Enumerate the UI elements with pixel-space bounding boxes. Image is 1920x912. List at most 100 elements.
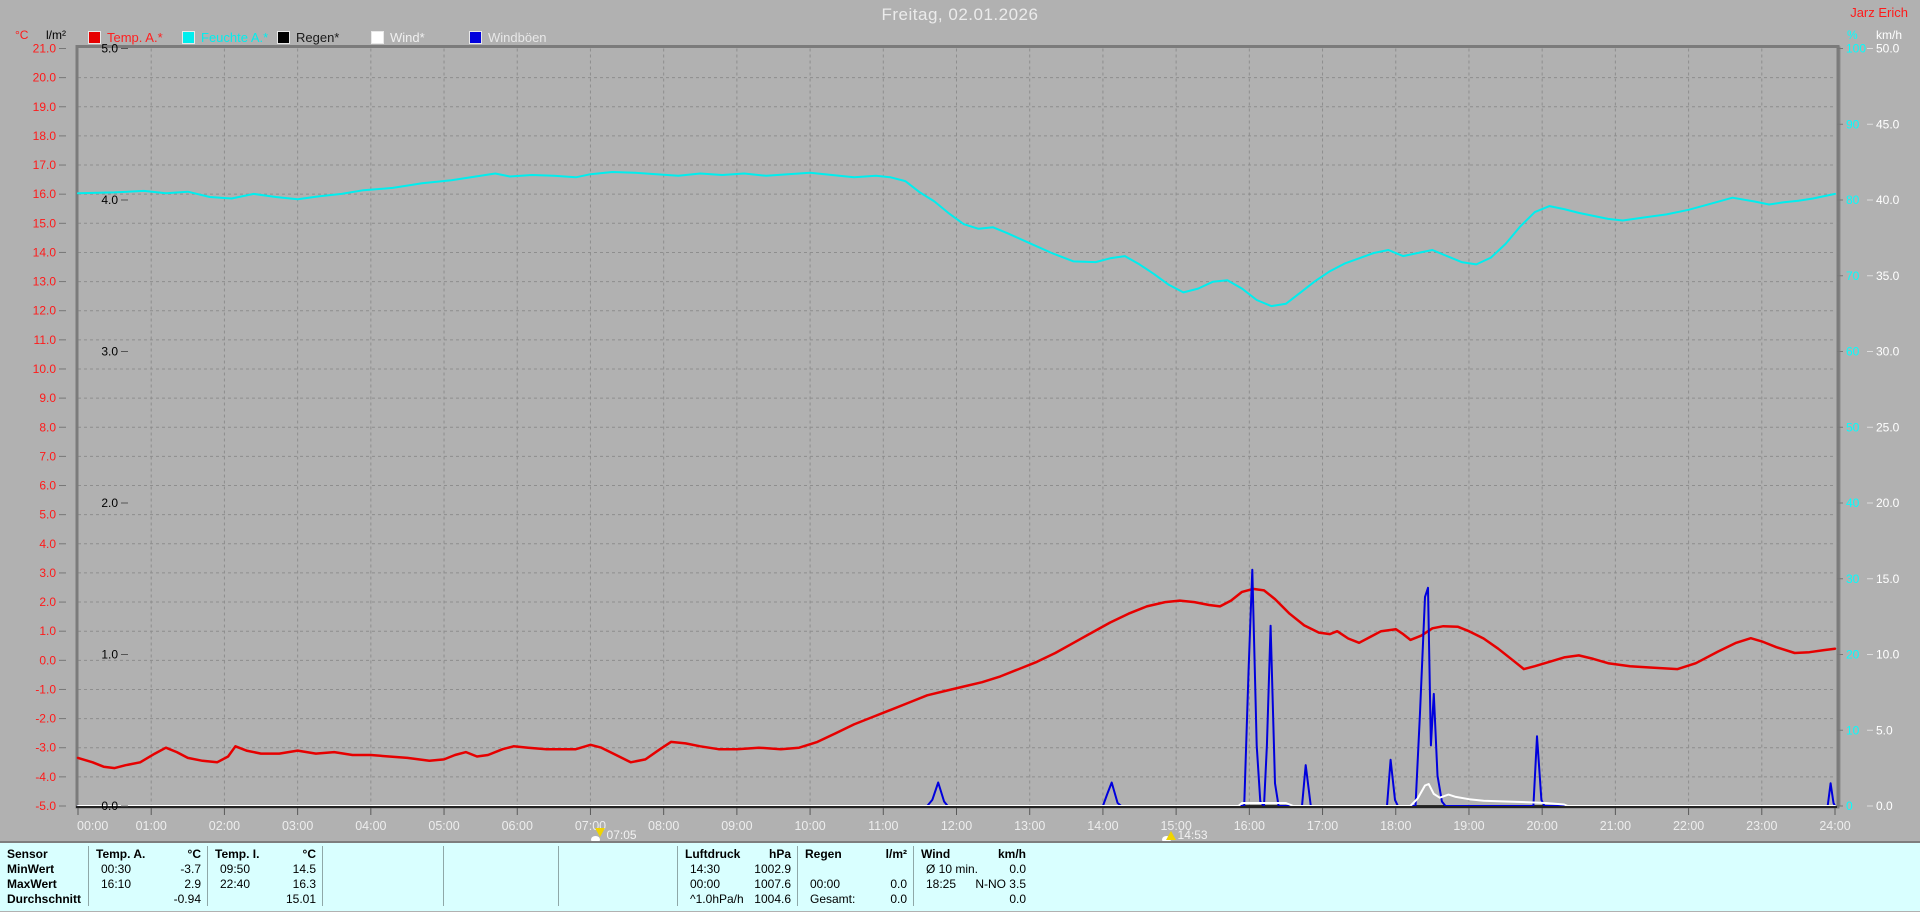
hour-label: 19:00 [1453, 819, 1484, 833]
legend-item-temp-a-[interactable]: Temp. A.* [88, 30, 163, 45]
hour-label: 24:00 [1819, 819, 1850, 833]
statistics-table: Sensor MinWert MaxWert Durchschnitt Temp. A.… [0, 841, 1920, 911]
rain-tick-label: 0.0 [101, 799, 118, 813]
table-column-divider [677, 846, 678, 906]
axis-marker-time: 14:53 [1177, 828, 1208, 842]
temp-tick-label: 12.0 [33, 304, 57, 318]
temp-tick-label: 15.0 [33, 216, 57, 230]
windspeed-tick-label: 25.0 [1876, 420, 1900, 434]
rain-tick-label: 1.0 [101, 648, 118, 662]
hour-label: 21:00 [1600, 819, 1631, 833]
table-cell-regen: Gesamt: [810, 892, 856, 906]
table-column-divider [443, 846, 444, 906]
table-cell-luftdruck: 1002.9 [754, 862, 791, 876]
table-cell-luftdruck: Luftdruck [685, 847, 741, 861]
table-column-divider [322, 846, 323, 906]
humidity-tick-label: 80 [1846, 193, 1860, 207]
windspeed-tick-label: 50.0 [1876, 42, 1900, 56]
table-cell-temp-a: -0.94 [173, 892, 201, 906]
weather-day-chart[interactable]: 21.020.019.018.017.016.015.014.013.012.0… [0, 0, 1920, 912]
temp-tick-label: 19.0 [33, 100, 57, 114]
temp-tick-label: 10.0 [33, 362, 57, 376]
table-column-divider [797, 846, 798, 906]
humidity-tick-label: 60 [1846, 345, 1860, 359]
legend-label: Regen* [296, 30, 340, 45]
hour-label: 02:00 [209, 819, 240, 833]
legend-item-regen-[interactable]: Regen* [277, 30, 339, 45]
hour-label: 06:00 [502, 819, 533, 833]
humidity-tick-label: 90 [1846, 117, 1860, 131]
legend-item-feuchte-a-[interactable]: Feuchte A.* [182, 30, 268, 45]
legend-item-windb-en[interactable]: Windböen [469, 30, 547, 45]
table-row-label: MaxWert [7, 877, 57, 891]
table-cell-wind: km/h [997, 847, 1026, 861]
windspeed-tick-label: 10.0 [1876, 648, 1900, 662]
table-cell-luftdruck: hPa [768, 847, 791, 861]
temp-tick-label: 13.0 [33, 275, 57, 289]
humidity-tick-label: 10 [1846, 723, 1860, 737]
hour-label: 22:00 [1673, 819, 1704, 833]
hour-label: 13:00 [1014, 819, 1045, 833]
temp-tick-label: 2.0 [39, 595, 56, 609]
table-cell-temp-i: 09:50 [220, 862, 251, 876]
table-row-label: Durchschnitt [7, 892, 82, 906]
humidity-tick-label: 40 [1846, 496, 1860, 510]
table-cell-regen: 0.0 [890, 877, 907, 891]
windspeed-tick-label: 35.0 [1876, 269, 1900, 283]
rain-tick-label: 4.0 [101, 193, 118, 207]
hour-label: 05:00 [428, 819, 459, 833]
weather-app-window: { "header": { "title": "Freitag, 02.01.2… [0, 0, 1920, 912]
hour-label: 14:00 [1087, 819, 1118, 833]
humidity-tick-label: 0 [1846, 799, 1853, 813]
table-cell-luftdruck: ^1.0hPa/h [690, 892, 744, 906]
legend-label: Wind* [390, 30, 425, 45]
temp-tick-label: 5.0 [39, 508, 56, 522]
legend-swatch [182, 31, 195, 44]
humidity-tick-label: 20 [1846, 648, 1860, 662]
temp-tick-label: 18.0 [33, 129, 57, 143]
temp-tick-label: 0.0 [39, 653, 56, 667]
table-cell-wind: 0.0 [1009, 862, 1026, 876]
table-column-divider [88, 846, 89, 906]
windspeed-tick-label: 45.0 [1876, 117, 1900, 131]
hour-label: 20:00 [1527, 819, 1558, 833]
windspeed-tick-label: 0.0 [1876, 799, 1893, 813]
table-cell-temp-i: 22:40 [220, 877, 251, 891]
windspeed-tick-label: 40.0 [1876, 193, 1900, 207]
temp-tick-label: -4.0 [35, 770, 56, 784]
hour-label: 10:00 [794, 819, 825, 833]
table-cell-regen: Regen [805, 847, 842, 861]
temp-tick-label: 16.0 [33, 187, 57, 201]
temp-tick-label: 14.0 [33, 245, 57, 259]
humidity-tick-label: 70 [1846, 269, 1860, 283]
table-cell-wind: Ø 10 min. [926, 862, 979, 876]
humidity-tick-label: 50 [1846, 420, 1860, 434]
table-cell-wind: 18:25 [926, 877, 957, 891]
temp-tick-label: 7.0 [39, 449, 56, 463]
table-cell-temp-i: 14.5 [292, 862, 316, 876]
temp-tick-label: 8.0 [39, 420, 56, 434]
temp-tick-label: 20.0 [33, 71, 57, 85]
rain-tick-label: 3.0 [101, 345, 118, 359]
table-cell-temp-i: 16.3 [292, 877, 316, 891]
legend-label: Temp. A.* [107, 30, 163, 45]
hour-label: 04:00 [355, 819, 386, 833]
temp-tick-label: 4.0 [39, 537, 56, 551]
table-cell-luftdruck: 1007.6 [754, 877, 791, 891]
windspeed-tick-label: 5.0 [1876, 723, 1893, 737]
legend-swatch [469, 31, 482, 44]
table-cell-temp-a: °C [187, 847, 201, 861]
rain-tick-label: 2.0 [101, 496, 118, 510]
humidity-tick-label: 100 [1846, 42, 1866, 56]
table-cell-regen: 00:00 [810, 877, 841, 891]
legend-label: Windböen [488, 30, 547, 45]
legend-swatch [277, 31, 290, 44]
temp-tick-label: 3.0 [39, 566, 56, 580]
hour-label: 00:00 [77, 819, 108, 833]
table-cell-temp-a: Temp. A. [96, 847, 146, 861]
legend-item-wind-[interactable]: Wind* [371, 30, 425, 45]
table-cell-luftdruck: 00:00 [690, 877, 721, 891]
hour-label: 23:00 [1746, 819, 1777, 833]
table-cell-temp-a: 16:10 [101, 877, 132, 891]
hour-label: 18:00 [1380, 819, 1411, 833]
